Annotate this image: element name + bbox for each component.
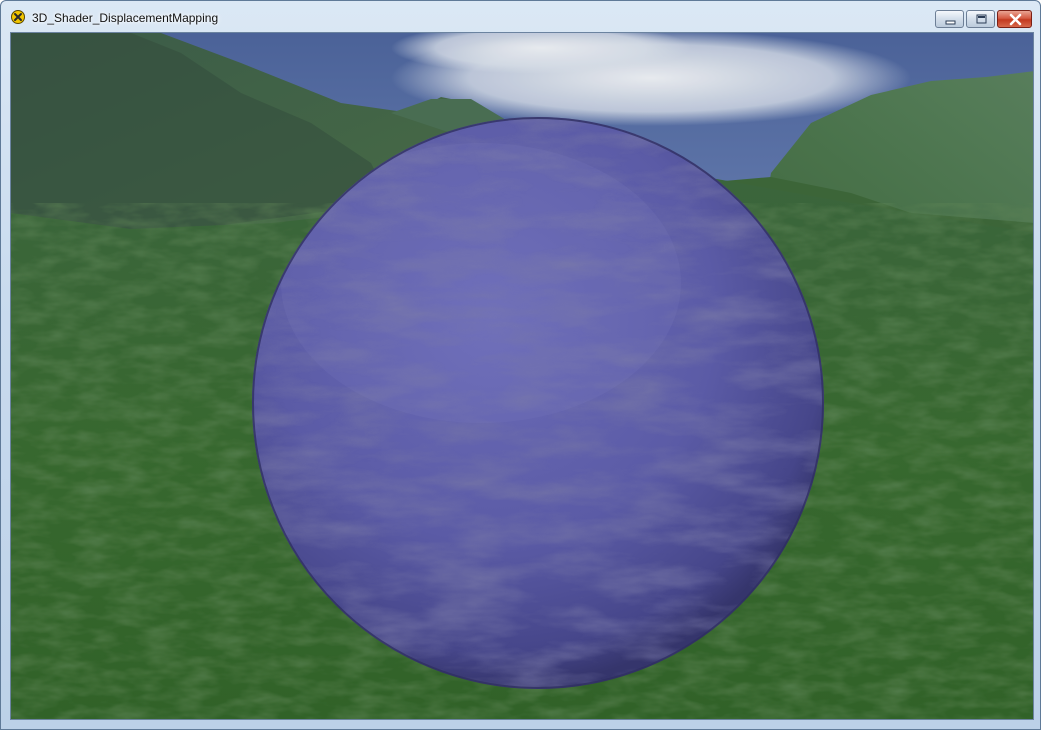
3d-scene [11, 33, 1033, 719]
render-viewport[interactable] [10, 32, 1034, 720]
app-icon [11, 10, 25, 24]
maximize-icon [976, 14, 987, 24]
displacement-sphere [252, 117, 824, 689]
minimize-button[interactable] [935, 10, 964, 28]
window-title: 3D_Shader_DisplacementMapping [32, 11, 219, 25]
maximize-button[interactable] [966, 10, 995, 28]
minimize-icon [945, 20, 956, 25]
title-bar[interactable]: 3D_Shader_DisplacementMapping [1, 1, 1040, 31]
application-window: 3D_Shader_DisplacementMapping [0, 0, 1041, 730]
close-button[interactable] [997, 10, 1032, 28]
close-icon [1009, 13, 1022, 26]
